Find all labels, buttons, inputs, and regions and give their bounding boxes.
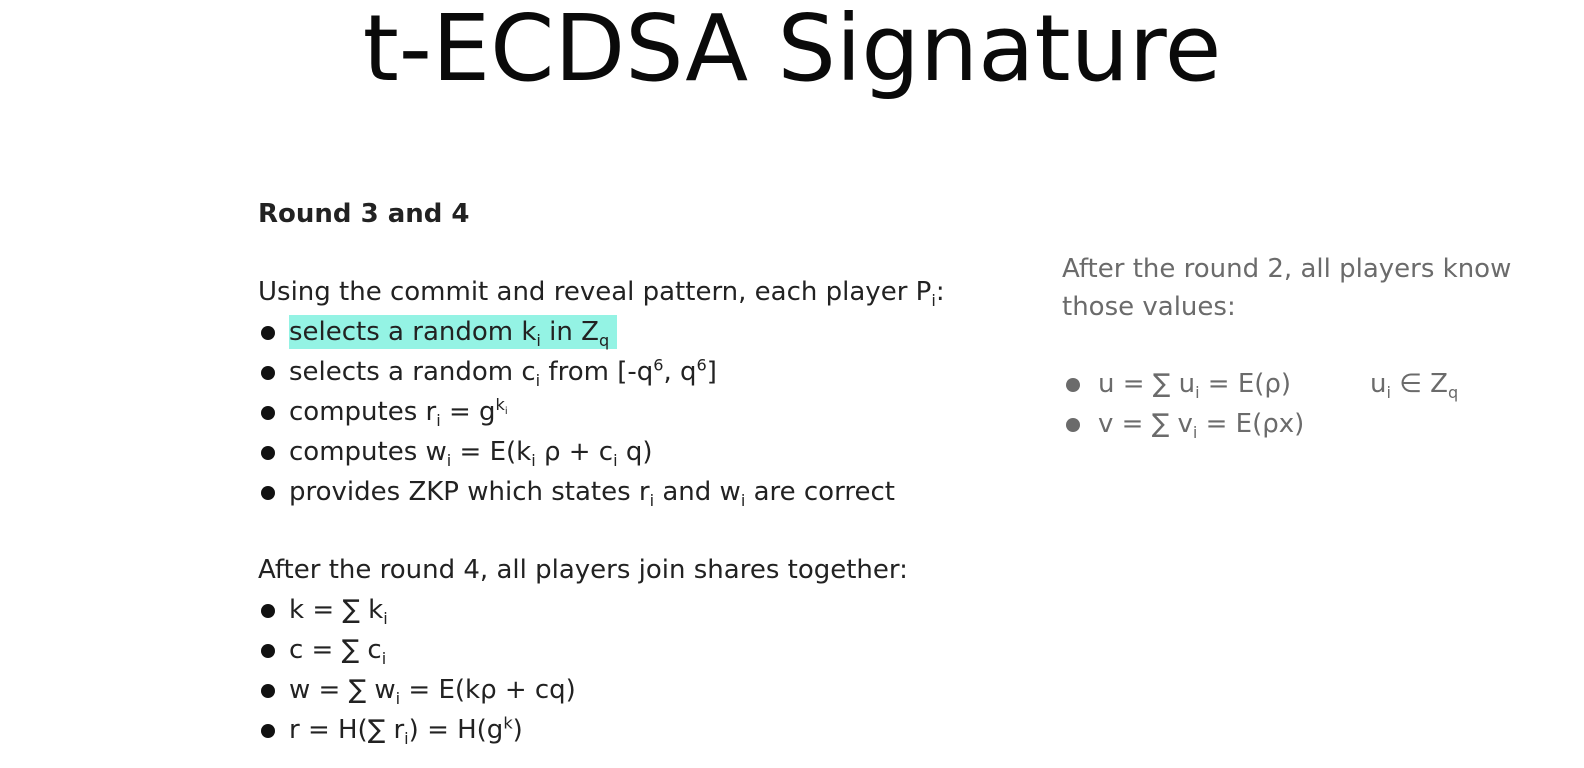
list-item: r = H(∑ ri) = H(gk) bbox=[258, 710, 998, 750]
left-column: Round 3 and 4 Using the commit and revea… bbox=[258, 194, 998, 750]
list-item: selects a random ci from [-q6, q6] bbox=[258, 352, 998, 392]
list-item: provides ZKP which states ri and wi are … bbox=[258, 472, 998, 512]
membership-note: ui ∈ Zq bbox=[1370, 369, 1459, 403]
bullet-dot bbox=[261, 366, 275, 380]
slide-title: t-ECDSA Signature bbox=[362, 0, 1222, 102]
bullet-dot bbox=[1066, 378, 1080, 392]
bullet-dot bbox=[261, 406, 275, 420]
highlighted-step: selects a random ki in Zq bbox=[289, 315, 618, 349]
list-item: selects a random ki in Zq bbox=[258, 312, 998, 352]
known-values-list: u = ∑ ui = E(ρ) ui ∈ Zq v = ∑ vi = E(ρx) bbox=[1062, 364, 1542, 444]
bullet-dot bbox=[261, 644, 275, 658]
bullet-dot bbox=[261, 326, 275, 340]
bullet-dot bbox=[261, 486, 275, 500]
bullet-dot bbox=[261, 446, 275, 460]
list-item: u = ∑ ui = E(ρ) ui ∈ Zq bbox=[1062, 364, 1542, 404]
section-heading: Round 3 and 4 bbox=[258, 199, 470, 229]
list-item: c = ∑ ci bbox=[258, 630, 998, 670]
bullet-dot bbox=[261, 604, 275, 618]
list-item: computes ri = gki bbox=[258, 392, 998, 432]
intro-line: Using the commit and reveal pattern, eac… bbox=[258, 277, 945, 311]
bullet-dot bbox=[261, 684, 275, 698]
bullet-dot bbox=[1066, 418, 1080, 432]
after-round-4-line: After the round 4, all players join shar… bbox=[258, 555, 908, 585]
bullet-dot bbox=[261, 724, 275, 738]
list-item: k = ∑ ki bbox=[258, 590, 998, 630]
right-column: After the round 2, all players know thos… bbox=[1062, 250, 1542, 444]
list-item: w = ∑ wi = E(kρ + cq) bbox=[258, 670, 998, 710]
list-item: computes wi = E(ki ρ + ci q) bbox=[258, 432, 998, 472]
round-2-intro: After the round 2, all players know thos… bbox=[1062, 254, 1512, 322]
list-item: v = ∑ vi = E(ρx) bbox=[1062, 404, 1542, 444]
